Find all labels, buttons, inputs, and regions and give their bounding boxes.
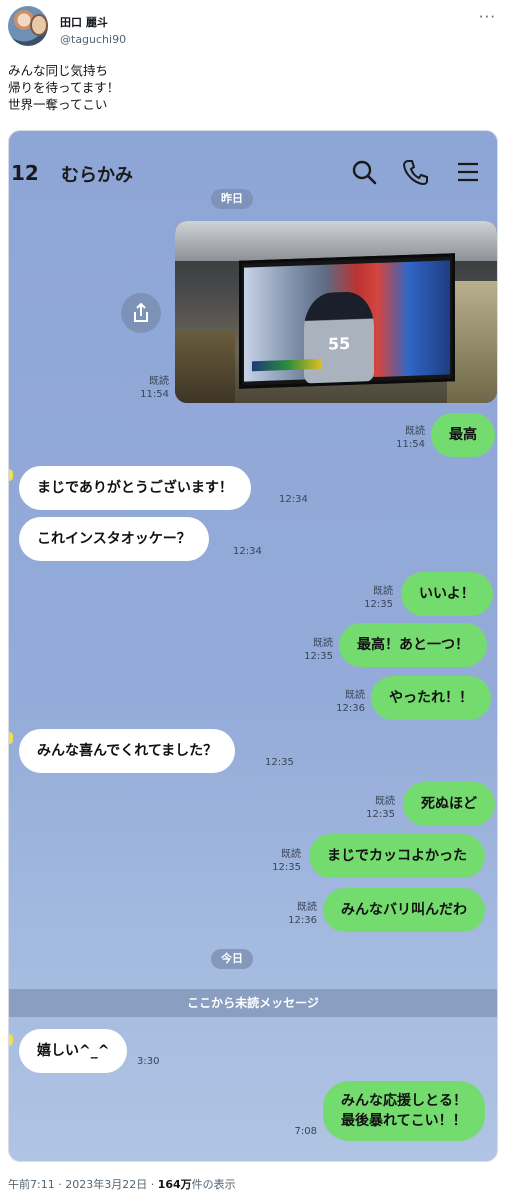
photo-meta: 既読 11:54 [129, 375, 169, 401]
chat-header: 12 むらかみ [9, 131, 497, 191]
unread-dot [9, 732, 13, 744]
tv-screen: 55 [244, 260, 450, 384]
message-bubble-outgoing[interactable]: まじでカッコよかった [309, 834, 485, 878]
unread-dot [9, 469, 13, 481]
message-bubble-incoming[interactable]: みんな喜んでくれてました？ [19, 729, 236, 773]
author-handle[interactable]: @taguchi90 [60, 33, 126, 46]
tweet-text-line: みんな同じ気持ち [8, 63, 109, 78]
jersey-number: 55 [328, 333, 351, 354]
message-meta: 既読 11:54 [385, 425, 425, 451]
message-time: 12:34 [279, 494, 308, 505]
tweet-text-line: 帰りを待ってます！ [8, 80, 120, 95]
tweet-time[interactable]: 午前7:11 [8, 1178, 55, 1191]
message-meta: 既読 12:36 [327, 689, 365, 715]
message-time: 11:54 [396, 439, 425, 450]
search-icon [352, 160, 377, 185]
message-bubble-outgoing[interactable]: 最高！あと一つ！ [339, 623, 487, 667]
photo-tv: 55 [239, 253, 455, 389]
read-receipt: 既読 [373, 586, 393, 597]
message-bubble-incoming[interactable]: まじでありがとうございます！ [19, 466, 251, 510]
tweet-header: 田口 麗斗 @taguchi90 ··· [8, 6, 498, 52]
message-meta: 既読 12:36 [279, 901, 317, 927]
message-time: 12:36 [288, 915, 317, 926]
read-receipt: 既読 [345, 690, 365, 701]
more-dots-icon[interactable]: ··· [479, 8, 496, 26]
photo-message[interactable]: 55 [175, 221, 497, 403]
message-bubble-outgoing[interactable]: みんなバリ叫んだわ [323, 888, 485, 932]
message-bubble-outgoing[interactable]: いいよ！ [401, 572, 493, 616]
read-receipt: 既読 [149, 376, 169, 387]
message-time: 12:35 [364, 599, 393, 610]
message-bubble-outgoing[interactable]: みんな応援しとる！ 最後暴れてこい！！ [323, 1081, 485, 1141]
date-separator-yesterday: 昨日 [211, 189, 253, 209]
chat-title: むらかみ [61, 165, 133, 186]
tweet-footer: 午前7:11 · 2023年3月22日 · 164万件の表示 [8, 1176, 236, 1192]
message-time: 7:08 [294, 1126, 317, 1137]
menu-icon [458, 162, 478, 182]
message-time: 12:36 [336, 703, 365, 714]
photo-background [175, 331, 235, 403]
message-meta: 既読 12:35 [265, 848, 301, 874]
phone-icon [402, 160, 428, 186]
author-name[interactable]: 田口 麗斗 [60, 14, 108, 30]
message-meta: 既読 12:35 [357, 585, 393, 611]
unread-dot [9, 1034, 13, 1046]
message-time: 3:30 [137, 1056, 160, 1067]
message-time: 12:35 [265, 757, 294, 768]
tweet-text: みんな同じ気持ち 帰りを待ってます！ 世界一奪ってこい [8, 62, 488, 113]
read-receipt: 既読 [313, 638, 333, 649]
view-count: 164万 [157, 1178, 192, 1191]
read-receipt: 既読 [297, 902, 317, 913]
tweet-text-line: 世界一奪ってこい [8, 97, 108, 112]
message-time: 12:35 [366, 809, 395, 820]
message-bubble-outgoing[interactable]: 最高 [431, 413, 495, 457]
read-receipt: 既読 [375, 796, 395, 807]
chat-screenshot[interactable]: 12 むらかみ 昨日 55 既読 11:54 既読 11:54 最高 まじであり… [8, 130, 498, 1162]
message-time: 11:54 [140, 389, 169, 400]
unread-divider: ここから未読メッセージ [9, 989, 497, 1017]
message-time: 12:35 [272, 862, 301, 873]
message-meta: 既読 12:35 [295, 637, 333, 663]
unread-count: 12 [11, 161, 39, 185]
date-separator-today: 今日 [211, 949, 253, 969]
message-meta: 既読 12:35 [359, 795, 395, 821]
message-bubble-outgoing[interactable]: 死ぬほど [403, 782, 495, 826]
separator: · [150, 1178, 155, 1191]
message-line: 最後暴れてこい！！ [341, 1113, 467, 1129]
view-count-suffix: 件の表示 [191, 1178, 236, 1191]
share-icon[interactable] [121, 293, 161, 333]
message-time: 12:34 [233, 546, 262, 557]
message-bubble-outgoing[interactable]: やったれ！！ [371, 676, 491, 720]
separator: · [58, 1178, 62, 1191]
message-time: 12:35 [304, 651, 333, 662]
read-receipt: 既読 [281, 849, 301, 860]
message-bubble-incoming[interactable]: 嬉しい^_^ [19, 1029, 128, 1073]
read-receipt: 既読 [405, 426, 425, 437]
message-line: みんな応援しとる！ [341, 1093, 467, 1109]
message-bubble-incoming[interactable]: これインスタオッケー？ [19, 517, 209, 561]
tweet-date[interactable]: 2023年3月22日 [65, 1178, 147, 1191]
avatar[interactable] [8, 6, 48, 46]
